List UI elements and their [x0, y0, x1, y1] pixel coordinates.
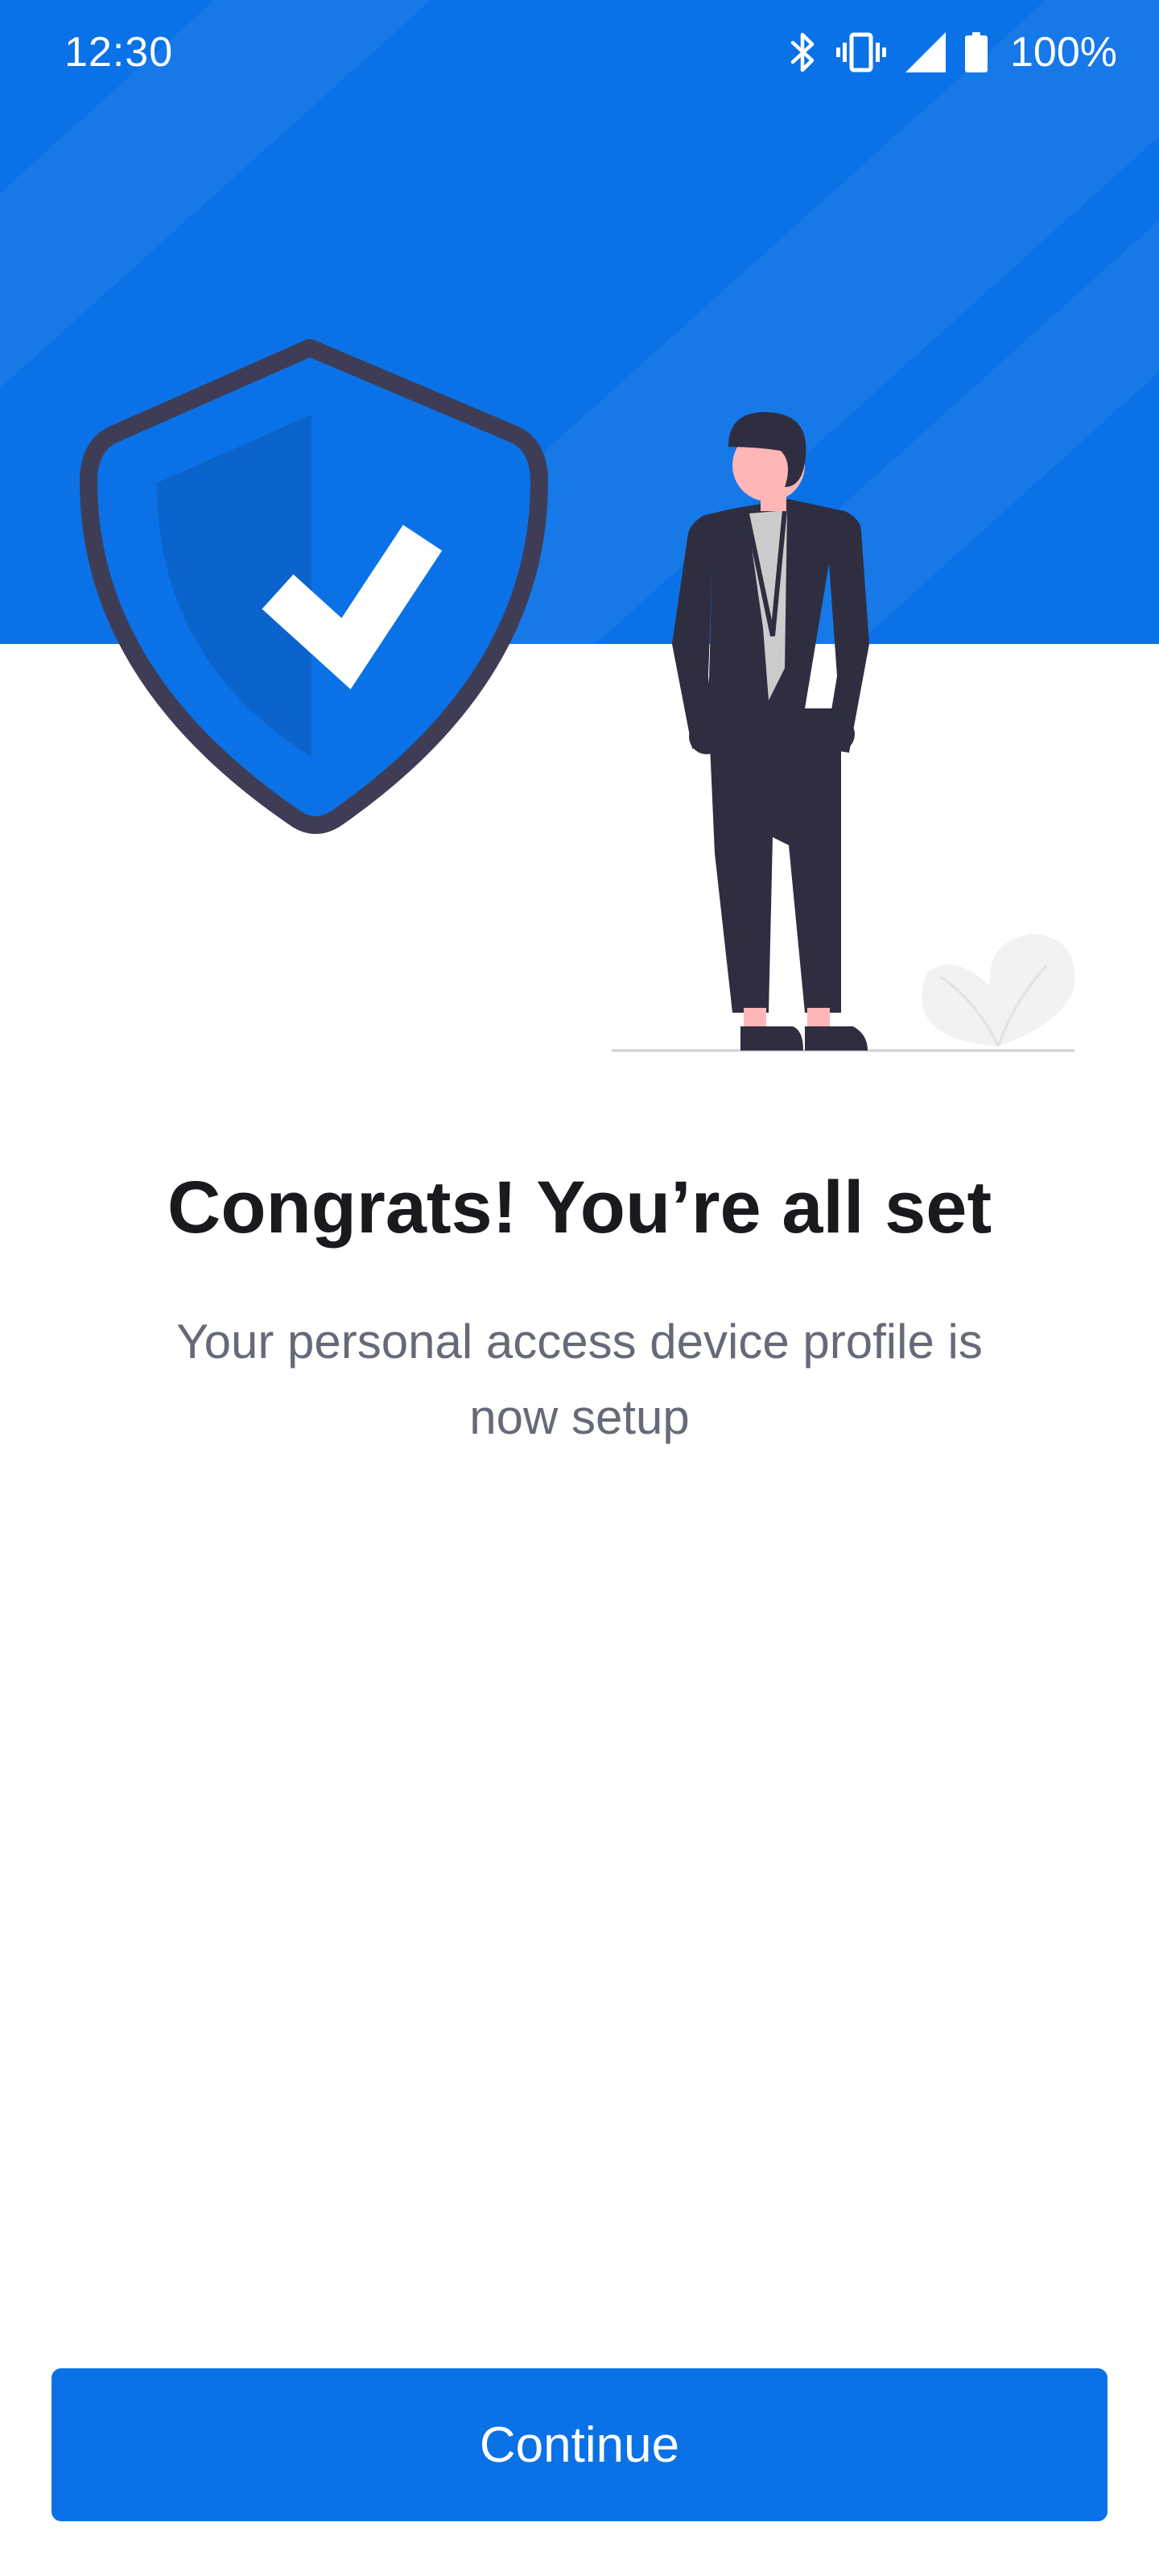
shield-check-icon	[80, 339, 548, 834]
continue-button[interactable]: Continue	[52, 2368, 1107, 2521]
page-title: Congrats! You’re all set	[167, 1166, 992, 1249]
success-illustration	[80, 339, 1075, 1052]
success-screen: 12:30 100% Congrats! You’re all set Your…	[0, 0, 1159, 2576]
person-figure	[672, 411, 869, 1051]
page-subtitle: Your personal access device profile is n…	[176, 1315, 983, 1444]
plant-icon	[922, 934, 1075, 1047]
